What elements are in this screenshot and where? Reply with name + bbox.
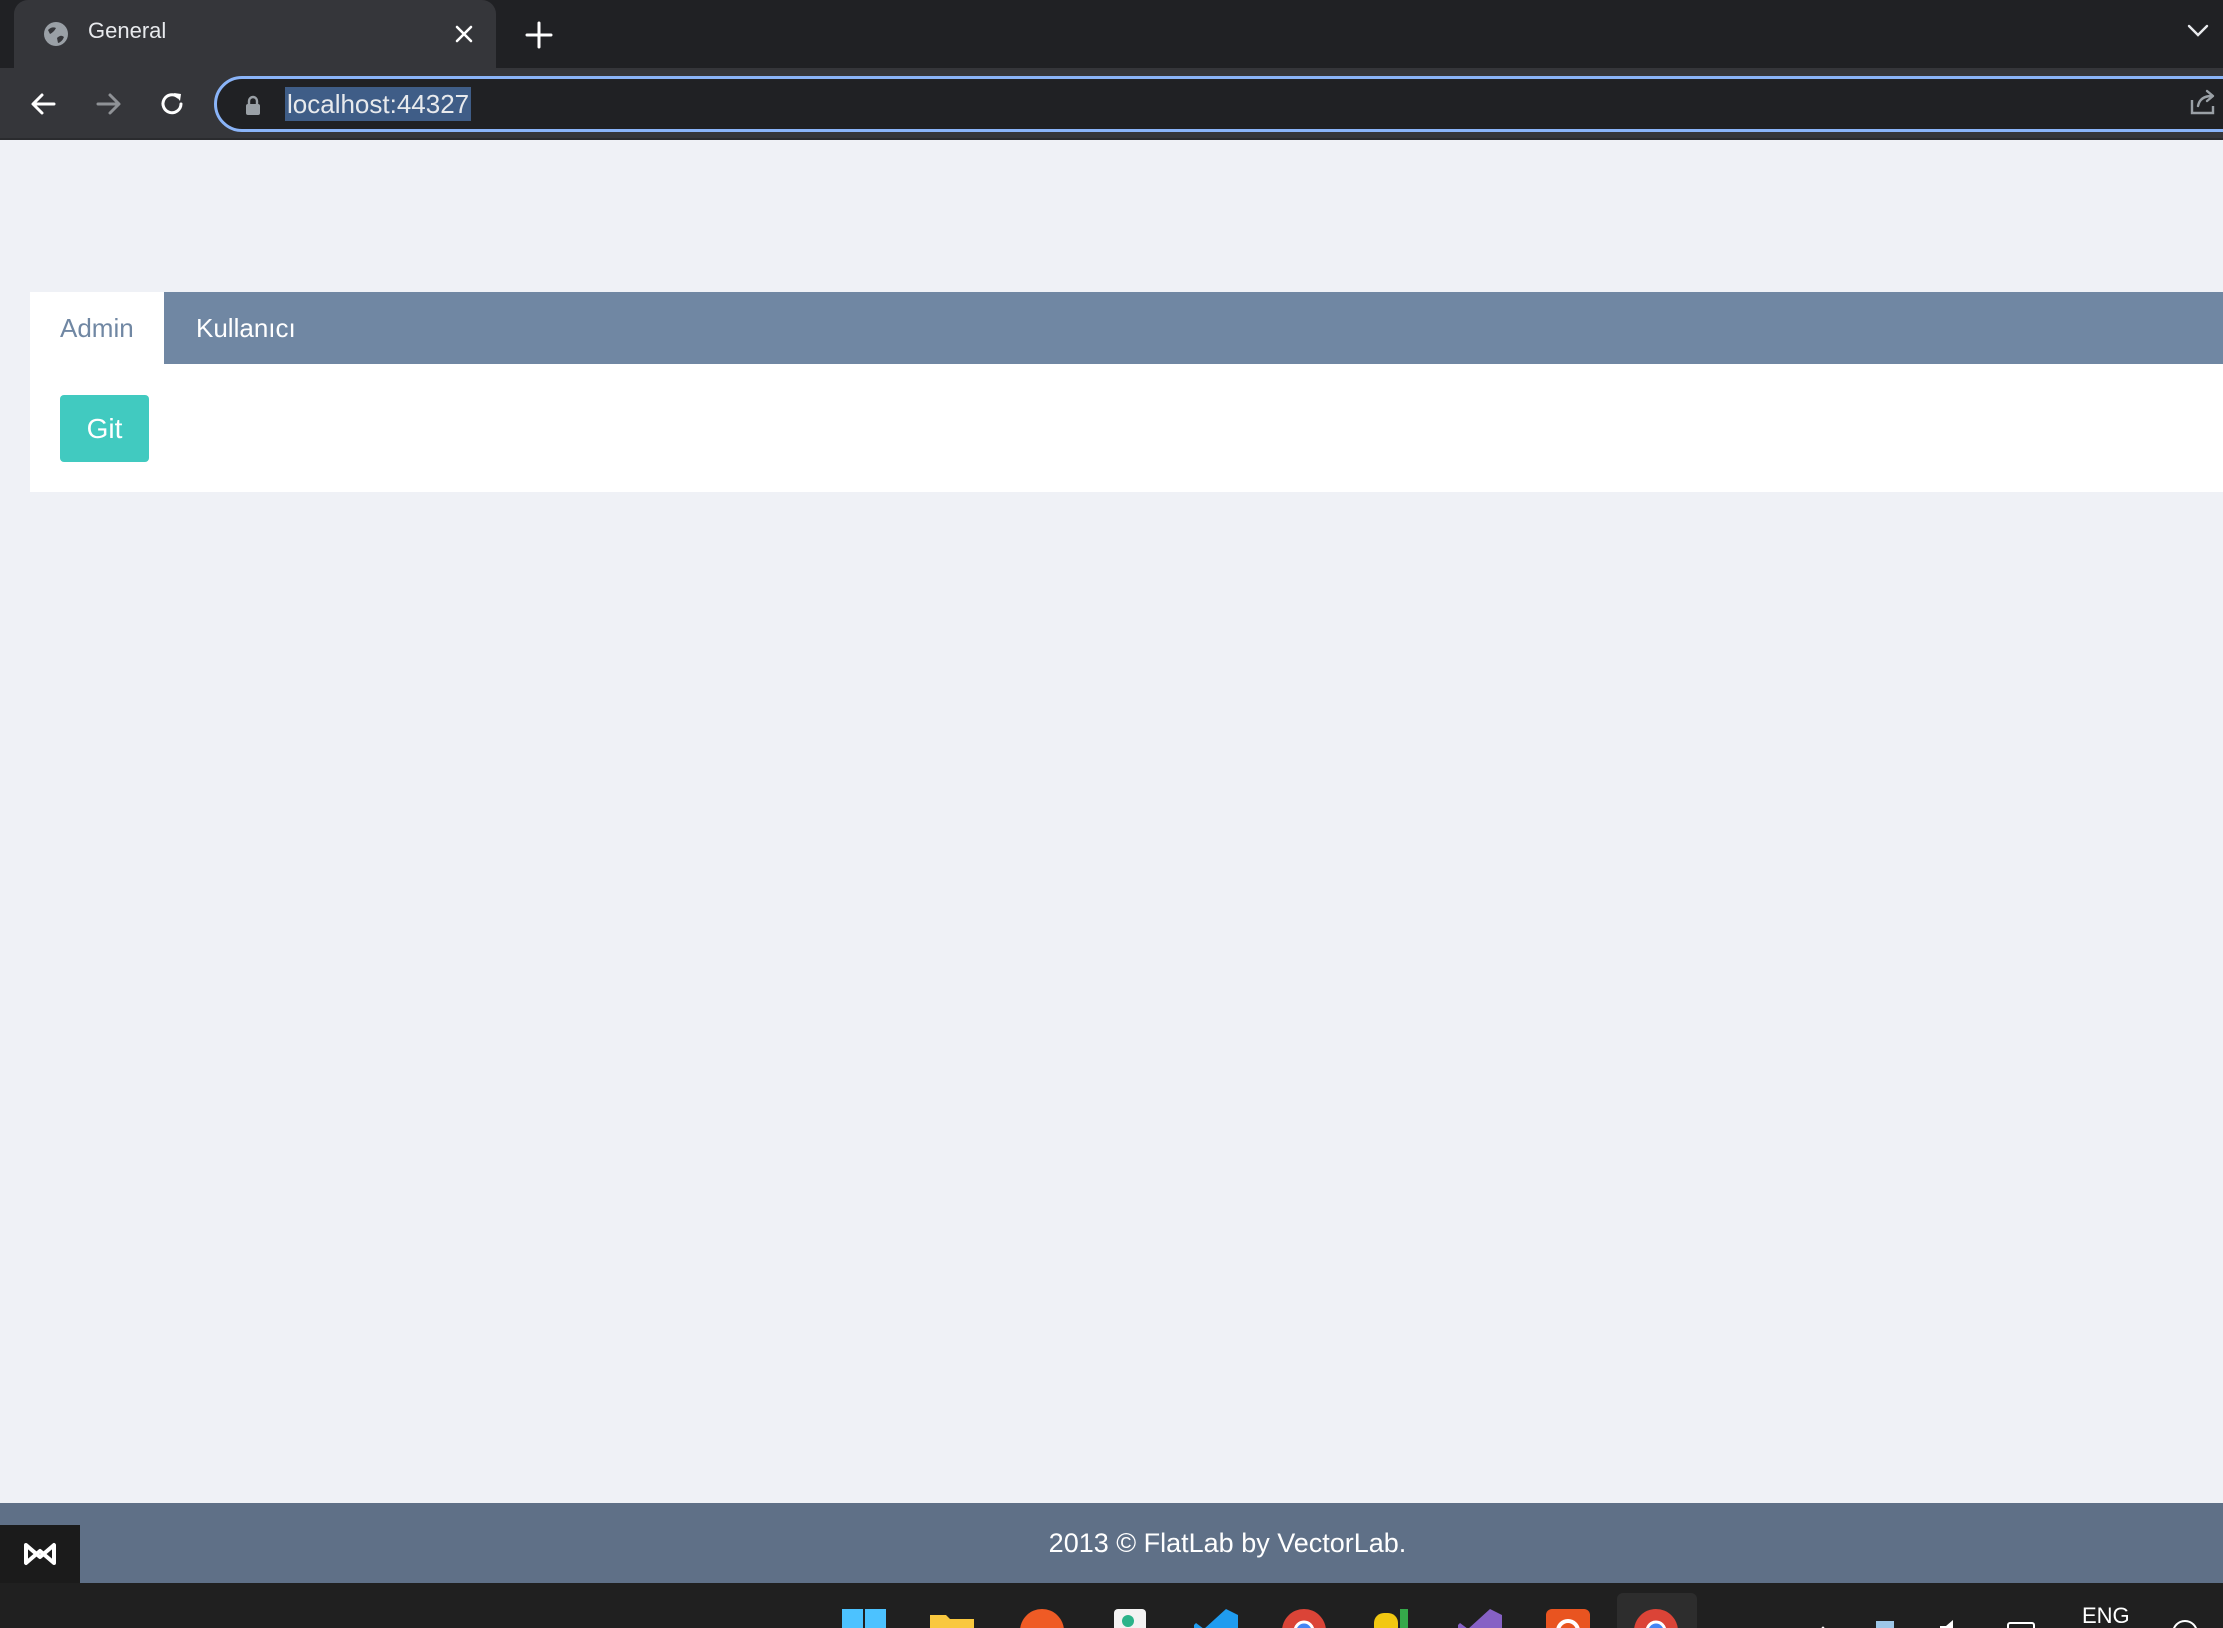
onedrive-icon[interactable] [1870, 1615, 1900, 1628]
share-icon[interactable] [2186, 86, 2218, 118]
visual-studio-icon [24, 1543, 56, 1565]
visual-studio-icon[interactable] [1456, 1607, 1504, 1628]
chrome-icon[interactable] [1280, 1607, 1328, 1628]
tab-panel: Admin Kullanıcı Git [30, 292, 2223, 492]
language-indicator[interactable]: ENG [2082, 1603, 2130, 1628]
tab-kullanici[interactable]: Kullanıcı [166, 292, 326, 364]
reload-icon[interactable] [152, 84, 192, 124]
notepad-icon[interactable] [1106, 1607, 1154, 1628]
lock-icon [246, 95, 260, 115]
vscode-icon[interactable] [1192, 1607, 1240, 1628]
windows-start-icon[interactable] [840, 1607, 888, 1628]
footer-text: 2013 © FlatLab by VectorLab. [1048, 1528, 1407, 1558]
tab-admin[interactable]: Admin [30, 292, 164, 364]
browser-tab[interactable]: General [14, 0, 496, 68]
globe-icon [44, 22, 68, 46]
windows-taskbar: ENG [0, 1583, 2223, 1628]
back-arrow-icon[interactable] [24, 84, 64, 124]
close-icon[interactable] [450, 20, 478, 48]
page-body: Admin Kullanıcı Git [0, 140, 2223, 1503]
postman-icon[interactable] [1018, 1607, 1066, 1628]
notification-icon[interactable] [2170, 1615, 2200, 1628]
browser-tab-strip: General [0, 0, 2223, 68]
forward-arrow-icon[interactable] [88, 84, 128, 124]
chevron-up-icon[interactable] [1808, 1615, 1838, 1628]
address-bar[interactable]: localhost:44327 [214, 76, 2223, 132]
browser-toolbar: localhost:44327 [0, 68, 2223, 140]
sql-server-icon[interactable] [1370, 1607, 1418, 1628]
git-button[interactable]: Git [60, 395, 149, 462]
url-text[interactable]: localhost:44327 [285, 87, 472, 121]
visual-studio-badge[interactable] [0, 1525, 80, 1583]
panel-tab-bar: Admin Kullanıcı [30, 292, 2223, 364]
file-explorer-icon[interactable] [928, 1607, 976, 1628]
chevron-down-icon[interactable] [2184, 16, 2212, 44]
tab-title: General [88, 18, 167, 43]
keyboard-icon[interactable] [2006, 1615, 2036, 1628]
new-tab-icon[interactable] [522, 18, 556, 52]
speaker-icon[interactable] [1936, 1615, 1966, 1628]
chrome-active-icon[interactable] [1632, 1607, 1680, 1628]
ubuntu-icon[interactable] [1544, 1607, 1592, 1628]
page-footer: 2013 © FlatLab by VectorLab. [0, 1503, 2223, 1583]
